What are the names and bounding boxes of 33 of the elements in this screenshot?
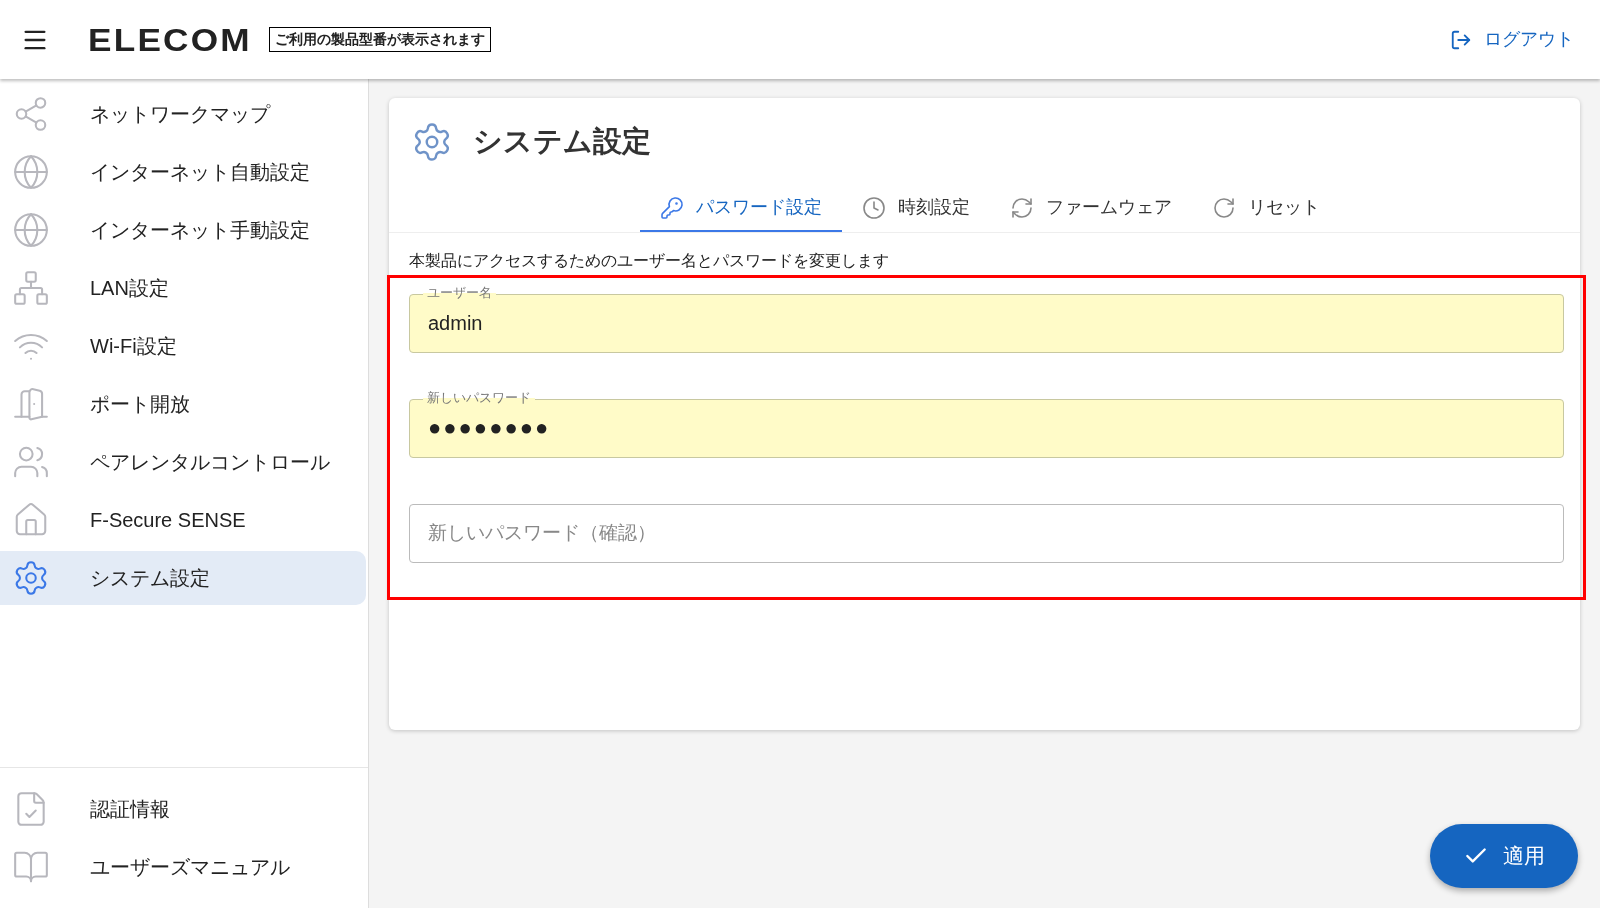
rotate-icon — [1211, 195, 1236, 220]
network-icon — [12, 269, 50, 307]
description-text: 本製品にアクセスするためのユーザー名とパスワードを変更します — [409, 250, 890, 271]
logout-link[interactable]: ログアウト — [1450, 26, 1574, 53]
refresh-icon — [1009, 195, 1034, 220]
globe-icon — [12, 153, 50, 191]
page-title: システム設定 — [473, 124, 651, 159]
sidebar-item[interactable]: ネットワークマップ — [0, 87, 366, 141]
tab[interactable]: 時刻設定 — [841, 185, 990, 232]
logout-icon — [1450, 28, 1472, 51]
sidebar-item[interactable]: LAN設定 — [0, 261, 366, 315]
text-field[interactable]: 新しいパスワード（確認） — [409, 503, 1564, 563]
sidebar-item[interactable]: Wi-Fi設定 — [0, 319, 366, 373]
key-icon — [659, 195, 684, 220]
globe-icon — [12, 211, 50, 249]
model-label: ご利用の製品型番が表示されます — [268, 27, 491, 52]
sidebar-item[interactable]: 認証情報 — [0, 782, 368, 836]
brand-logo: ELECOM — [88, 23, 252, 56]
field-label: ユーザー名 — [423, 283, 496, 302]
apply-button[interactable]: 適用 — [1430, 824, 1578, 888]
tab[interactable]: リセット — [1191, 185, 1340, 232]
sidebar-item[interactable]: インターネット手動設定 — [0, 203, 366, 257]
sidebar-item[interactable]: F-Secure SENSE — [0, 493, 366, 547]
clock-icon — [861, 195, 886, 220]
sidebar-item[interactable]: インターネット自動設定 — [0, 145, 366, 199]
door-icon — [12, 385, 50, 423]
sidebar-item[interactable]: ペアレンタルコントロール — [0, 435, 366, 489]
tab[interactable]: ファームウェア — [989, 185, 1192, 232]
sidebar-item[interactable]: ポート開放 — [0, 377, 366, 431]
field-label: 新しいパスワード — [423, 388, 535, 407]
sidebar-item[interactable]: システム設定 — [0, 551, 366, 605]
tab[interactable]: パスワード設定 — [639, 185, 842, 232]
sidebar-item[interactable]: ユーザーズマニュアル — [0, 840, 368, 894]
